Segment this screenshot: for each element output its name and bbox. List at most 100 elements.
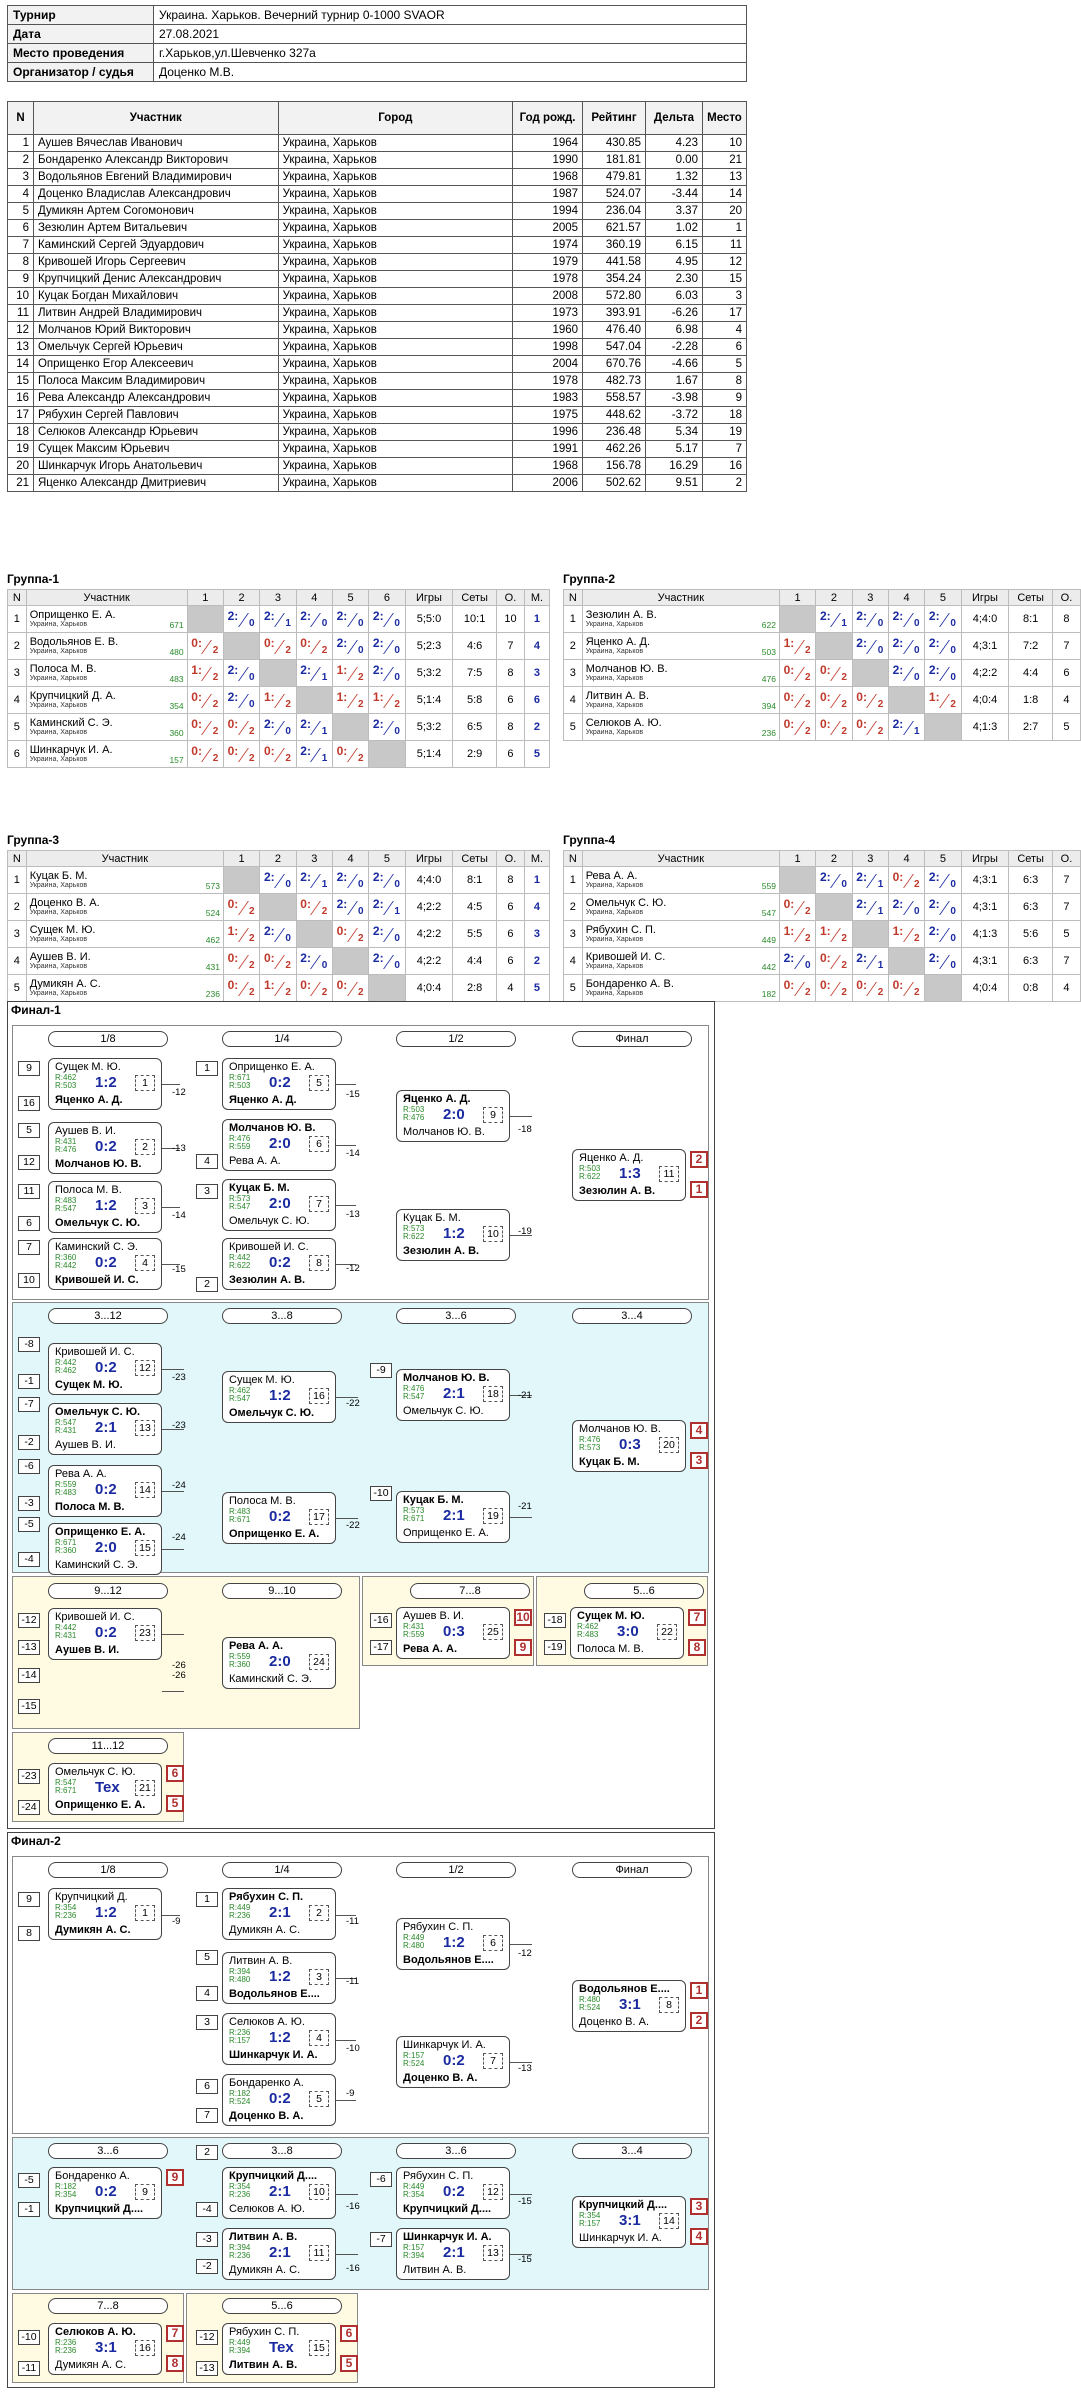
match-card[interactable]: Крупчицкий Д.... R:354 R:236 2:1 10 Селюков А…: [222, 2167, 336, 2219]
match-card[interactable]: Сущек М. Ю. R:462 R:483 3:0 22 Полоса М. В.: [570, 1607, 684, 1659]
match-card[interactable]: Шинкарчук И. А. R:157 R:394 2:1 13 Литвин А. …: [396, 2228, 510, 2280]
match-card[interactable]: Омельчук С. Ю. R:547 R:431 2:1 13 Аушев В. И.: [48, 1403, 162, 1455]
loser-destination: -18: [518, 1124, 532, 1135]
seed-number: 2: [196, 1277, 218, 1292]
match-card[interactable]: Аушев В. И. R:431 R:476 0:2 2 Молчанов Ю. В.: [48, 1122, 162, 1174]
match-card[interactable]: Литвин А. В. R:394 R:480 1:2 3 Водольянов Е..…: [222, 1952, 336, 2004]
participants-cell: 6: [7, 219, 34, 237]
match-card[interactable]: Оприщенко Е. А. R:671 R:360 2:0 15 Каминский …: [48, 1523, 162, 1575]
group-sets: 7:2: [1008, 632, 1053, 660]
participants-cell: 430.85: [582, 134, 646, 152]
match-card[interactable]: Бондаренко А. R:182 R:354 0:2 9 Крупчицкий Д.…: [48, 2167, 162, 2219]
group-games: 5;3:2: [404, 659, 454, 687]
match-score: 3:0: [617, 1623, 639, 1640]
match-card[interactable]: Молчанов Ю. В. R:476 R:547 2:1 18 Омельчук С.…: [396, 1369, 510, 1421]
match-card[interactable]: Омельчук С. Ю. R:547 R:671 Tex 21 Оприщенко Е…: [48, 1763, 162, 1815]
match-card[interactable]: Куцак Б. М. R:573 R:622 1:2 10 Зезюлин А. В.: [396, 1209, 510, 1261]
group-score-cell: 2: 0: [259, 713, 297, 741]
match-card[interactable]: Аушев В. И. R:431 R:559 0:3 25 Рева А. А.: [396, 1607, 510, 1659]
match-card[interactable]: Литвин А. В. R:394 R:236 2:1 11 Думикян А. С.: [222, 2228, 336, 2280]
info-value: Украина. Харьков. Вечерний турнир 0-1000…: [153, 5, 747, 25]
match-rating-2: R:354: [55, 2190, 77, 2199]
player-rating: 360: [169, 728, 184, 738]
match-card[interactable]: Рева А. А. R:559 R:483 0:2 14 Полоса М. В.: [48, 1465, 162, 1517]
match-player-1: Оприщенко Е. А.: [229, 1061, 315, 1073]
match-card[interactable]: Кривошей И. С. R:442 R:431 0:2 23 Аушев В. И.: [48, 1608, 162, 1660]
group-col-header: М.: [523, 850, 551, 867]
match-player-1: Литвин А. В.: [229, 2231, 298, 2243]
set-score-loser: 2: [877, 699, 884, 710]
player-rating: 157: [169, 755, 184, 765]
participants-cell: 1968: [512, 457, 584, 475]
set-score-loser: 2: [358, 753, 364, 764]
group-score-cell: 0: 2: [851, 713, 889, 741]
participants-cell: Украина, Харьков: [277, 202, 514, 220]
match-card[interactable]: Рева А. А. R:559 R:360 2:0 24 Каминский С. Э.: [222, 1637, 336, 1689]
participants-cell: Украина, Харьков: [277, 423, 514, 441]
loser-destination: -12: [172, 1087, 186, 1098]
set-score: 2: 0: [297, 609, 331, 629]
match-score: 2:0: [95, 1539, 117, 1556]
match-card[interactable]: Водольянов Е.... R:480 R:524 3:1 8 Доценко В.…: [572, 1980, 686, 2032]
match-card[interactable]: Селюков А. Ю. R:236 R:236 3:1 16 Думикян А. С…: [48, 2323, 162, 2375]
bracket-connector: [162, 1691, 184, 1692]
match-card[interactable]: Полоса М. В. R:483 R:547 1:2 3 Омельчук С. Ю.: [48, 1181, 162, 1233]
match-card[interactable]: Оприщенко Е. А. R:671 R:503 0:2 5 Яценко А. Д…: [222, 1058, 336, 1110]
set-score: 0: 2: [225, 951, 259, 971]
set-score-loser: 0: [950, 618, 956, 629]
match-card[interactable]: Рябухин С. П. R:449 R:480 1:2 6 Водольянов Е.…: [396, 1918, 510, 1970]
set-score: 0: 2: [817, 717, 851, 737]
player-rating: 573: [205, 881, 220, 891]
table-row: 1 Куцак Б. М. Украина, Харьков 573 2: 0 2: 1 2: 0…: [7, 866, 551, 894]
table-row: 1 Аушев Вячеслав Иванович Украина, Харьков…: [7, 134, 748, 152]
match-card[interactable]: Яценко А. Д. R:503 R:476 2:0 9 Молчанов Ю. В.: [396, 1090, 510, 1142]
match-card[interactable]: Селюков А. Ю. R:236 R:157 1:2 4 Шинкарчук И. …: [222, 2013, 336, 2065]
match-card[interactable]: Куцак Б. М. R:573 R:547 2:0 7 Омельчук С. Ю.: [222, 1179, 336, 1231]
match-card[interactable]: Каминский С. Э. R:360 R:442 0:2 4 Кривошей И.…: [48, 1238, 162, 1290]
match-card[interactable]: Рябухин С. П. R:449 R:354 0:2 12 Крупчицкий Д…: [396, 2167, 510, 2219]
set-score: 2: 0: [334, 870, 368, 890]
player-rating: 354: [169, 701, 184, 711]
match-card[interactable]: Крупчицкий Д.... R:354 R:157 3:1 14 Шинкарчук…: [572, 2196, 686, 2248]
group-player-cell: Рябухин С. П. Украина, Харьков 449: [581, 920, 780, 948]
group-diagonal-cell: [295, 686, 333, 714]
group-diagonal-cell: [778, 605, 817, 633]
match-card[interactable]: Бондаренко А. R:182 R:524 0:2 5 Доценко В. А.: [222, 2074, 336, 2126]
match-card[interactable]: Шинкарчук И. А. R:157 R:524 0:2 7 Доценко В. …: [396, 2036, 510, 2088]
match-card[interactable]: Крупчицкий Д. R:354 R:236 1:2 1 Думикян А. С.: [48, 1888, 162, 1940]
group-games: 4;0:4: [960, 974, 1010, 1002]
group-score-cell: 1: 2: [368, 686, 406, 714]
group-header-row: NУчастник12345ИгрыСетыО.М.: [563, 850, 1081, 867]
match-card[interactable]: Рябухин С. П. R:449 R:394 Tex 15 Литвин А. В.: [222, 2323, 336, 2375]
match-card[interactable]: Рябухин С. П. R:449 R:236 2:1 2 Думикян А. С.: [222, 1888, 336, 1940]
match-card[interactable]: Сущек М. Ю. R:462 R:503 1:2 1 Яценко А. Д.: [48, 1058, 162, 1110]
match-number: 11: [659, 1166, 679, 1182]
round-label: 1/8: [48, 1031, 168, 1047]
match-score: 2:1: [443, 2244, 465, 2261]
bracket-connector: [336, 1084, 356, 1085]
participants-cell: 16: [7, 389, 34, 407]
match-card[interactable]: Яценко А. Д. R:503 R:622 1:3 11 Зезюлин А. В.: [572, 1149, 686, 1201]
match-card[interactable]: Полоса М. В. R:483 R:671 0:2 17 Оприщенко Е. …: [222, 1492, 336, 1544]
final-place-badge: 5: [340, 2355, 358, 2372]
round-label: 7...8: [410, 1583, 530, 1599]
participants-cell: 2: [7, 151, 34, 169]
match-card[interactable]: Молчанов Ю. В. R:476 R:573 0:3 20 Куцак Б. М.: [572, 1420, 686, 1472]
match-player-1: Кривошей И. С.: [55, 1611, 135, 1623]
match-card[interactable]: Молчанов Ю. В. R:476 R:559 2:0 6 Рева А. А.: [222, 1119, 336, 1171]
participants-cell: Зезюлин Артем Витальевич: [32, 219, 279, 237]
group-row-number: 3: [563, 659, 583, 687]
group-col-header: 4: [887, 850, 926, 867]
match-card[interactable]: Куцак Б. М. R:573 R:671 2:1 19 Оприщенко Е. А…: [396, 1491, 510, 1543]
group-diagonal-cell: [815, 893, 853, 921]
match-score: 0:2: [95, 1254, 117, 1271]
set-score: 1: 2: [781, 636, 815, 656]
group-games: 4;1:3: [960, 713, 1010, 741]
match-card[interactable]: Кривошей И. С. R:442 R:622 0:2 8 Зезюлин А. В…: [222, 1238, 336, 1290]
table-row: 3 Водольянов Евгений Владимирович Украина,…: [7, 168, 748, 186]
match-card[interactable]: Сущек М. Ю. R:462 R:547 1:2 16 Омельчук С. Ю.: [222, 1371, 336, 1423]
match-card[interactable]: Кривошей И. С. R:442 R:462 0:2 12 Сущек М. Ю.: [48, 1343, 162, 1395]
seed-number: -18: [544, 1613, 566, 1628]
participants-cell: 21: [7, 474, 34, 492]
match-rating-2: R:547: [403, 1392, 425, 1401]
